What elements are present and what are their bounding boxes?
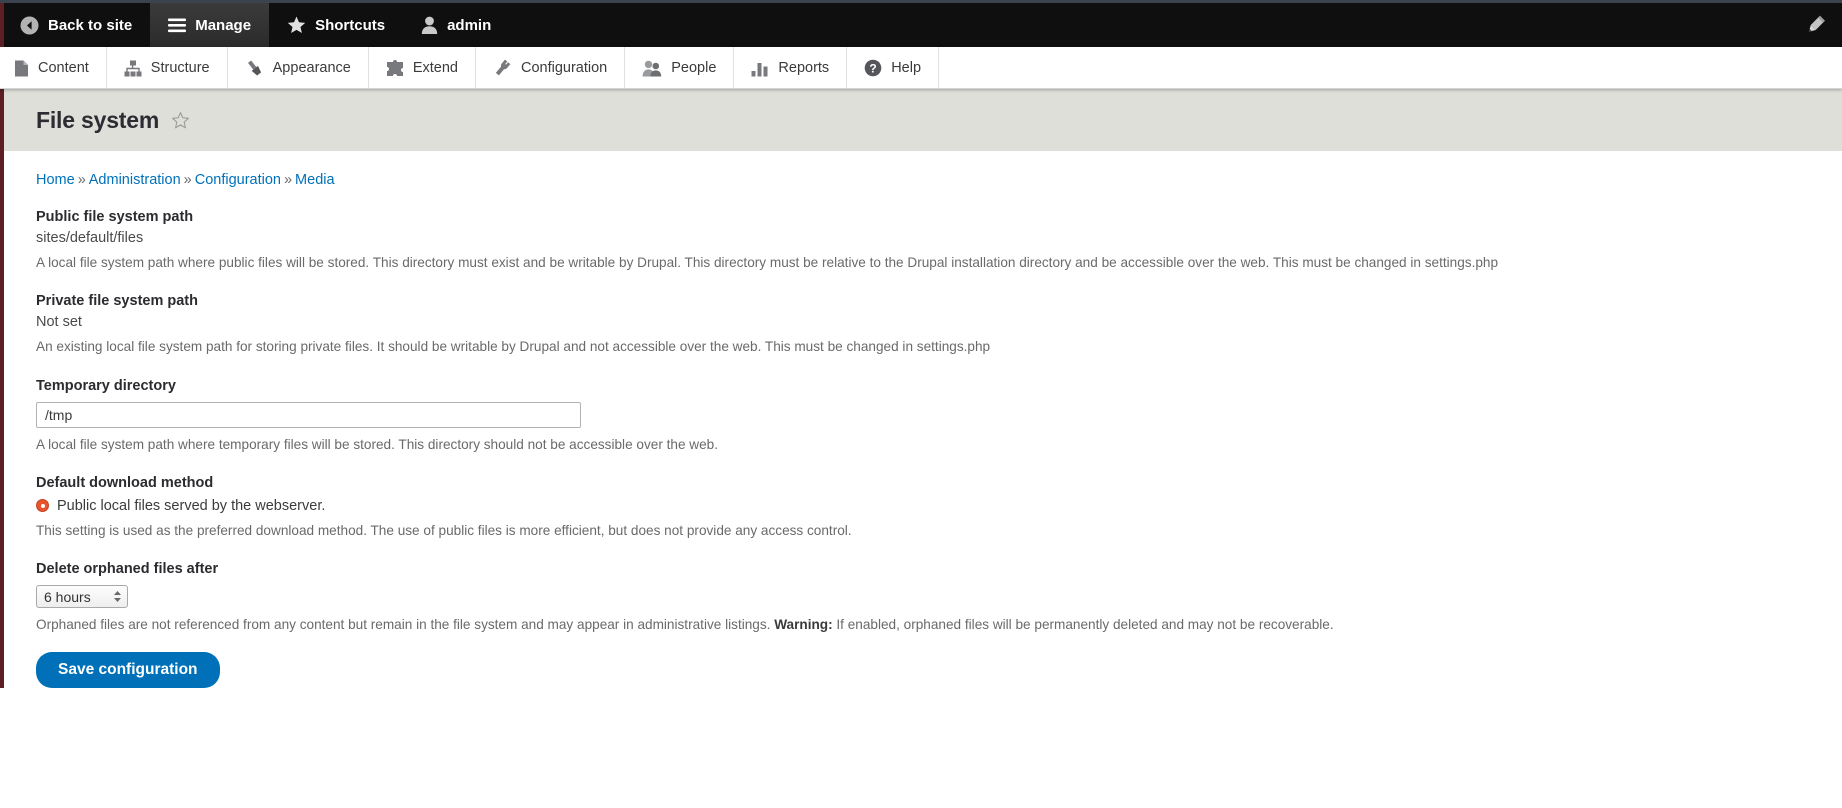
star-icon — [287, 16, 306, 34]
select-spinner-arrows-icon — [113, 590, 122, 603]
delete-orphaned-description-before: Orphaned files are not referenced from a… — [36, 617, 775, 633]
private-path-label: Private file system path — [36, 293, 198, 310]
public-path-description: A local file system path where public fi… — [36, 255, 1499, 270]
temporary-directory-label: Temporary directory — [36, 377, 176, 394]
bar-chart-icon — [751, 60, 769, 77]
question-icon: ? — [864, 59, 882, 77]
person-icon — [421, 16, 438, 34]
private-path-value: Not set — [36, 314, 82, 331]
structure-icon — [124, 60, 142, 77]
toolbar-left-stripe — [0, 3, 4, 47]
menu-item-help-label: Help — [891, 60, 922, 76]
content-left-stripe — [0, 151, 4, 689]
breadcrumb-separator: » — [77, 172, 86, 188]
menu-item-content[interactable]: Content — [0, 47, 107, 89]
radio-public-local-files[interactable] — [36, 499, 49, 513]
tab-manage-label: Manage — [195, 16, 252, 34]
back-arrow-icon — [20, 16, 39, 35]
admin-toolbar: Back to site Manage Shortcuts admin — [0, 0, 1842, 47]
private-path-description: An existing local file system path for s… — [36, 339, 991, 355]
delete-orphaned-description: Orphaned files are not referenced from a… — [36, 615, 1516, 634]
menu-item-help[interactable]: ? Help — [847, 47, 940, 89]
svg-text:?: ? — [870, 61, 877, 75]
delete-orphaned-warning-label: Warning: — [774, 617, 833, 633]
menu-item-structure-label: Structure — [150, 60, 210, 76]
back-to-site-button[interactable]: Back to site — [0, 3, 150, 47]
tab-shortcuts-label: Shortcuts — [315, 16, 386, 34]
page-left-stripe — [0, 89, 4, 151]
puzzle-icon — [386, 59, 404, 77]
breadcrumb-link-configuration[interactable]: Configuration — [195, 172, 281, 188]
menu-item-structure[interactable]: Structure — [107, 47, 228, 89]
menu-item-extend-label: Extend — [412, 60, 458, 76]
tab-user-account[interactable]: admin — [403, 3, 509, 47]
star-outline-icon — [172, 111, 190, 128]
download-method-option-label: Public local files served by the webserv… — [57, 497, 326, 514]
breadcrumb: Home» Administration» Configuration» Media — [36, 151, 1842, 188]
menu-item-configuration-label: Configuration — [521, 60, 608, 76]
wrench-icon — [493, 59, 512, 77]
download-method-label: Default download method — [36, 474, 214, 491]
breadcrumb-separator: » — [283, 172, 293, 188]
admin-menu-bar: Content Structure Appearance Extend Conf… — [0, 47, 1842, 89]
menu-item-appearance-label: Appearance — [272, 60, 351, 76]
breadcrumb-link-media[interactable]: Media — [295, 172, 335, 188]
paintbrush-icon — [245, 59, 264, 77]
menu-item-reports-label: Reports — [778, 60, 830, 76]
public-path-value: sites/default/files — [36, 230, 144, 246]
back-to-site-label: Back to site — [48, 16, 133, 34]
tab-shortcuts[interactable]: Shortcuts — [269, 3, 403, 47]
save-configuration-button[interactable]: Save configuration — [36, 652, 220, 689]
menu-item-content-label: Content — [38, 60, 89, 76]
page-icon — [14, 60, 29, 77]
page-title: File system — [36, 106, 160, 133]
delete-orphaned-description-after: If enabled, orphaned files will be perma… — [832, 617, 1334, 633]
main-content: Home» Administration» Configuration» Media … — [0, 151, 1842, 689]
pencil-icon — [1802, 12, 1828, 38]
menu-item-people[interactable]: People — [625, 47, 735, 89]
temporary-directory-input[interactable] — [36, 401, 581, 428]
page-title-region: File system — [0, 89, 1842, 151]
favorite-star-toggle[interactable] — [171, 111, 190, 130]
breadcrumb-link-administration[interactable]: Administration — [89, 172, 181, 188]
temporary-directory-description: A local file system path where temporary… — [36, 436, 719, 452]
menu-item-configuration[interactable]: Configuration — [476, 47, 626, 89]
breadcrumb-separator: » — [183, 172, 192, 188]
people-icon — [642, 60, 662, 77]
delete-orphaned-selected-value: 6 hours — [44, 588, 91, 605]
download-method-description: This setting is used as the preferred do… — [36, 522, 852, 538]
public-path-label: Public file system path — [36, 209, 194, 225]
menu-item-people-label: People — [671, 60, 717, 76]
edit-mode-toggle[interactable] — [1802, 3, 1842, 47]
breadcrumb-link-home[interactable]: Home — [36, 172, 75, 188]
download-method-option-public[interactable]: Public local files served by the webserv… — [36, 498, 1842, 514]
menu-item-appearance[interactable]: Appearance — [228, 47, 369, 89]
delete-orphaned-select[interactable]: 6 hours — [36, 585, 128, 609]
menu-item-extend[interactable]: Extend — [369, 47, 476, 89]
hamburger-icon — [168, 18, 187, 33]
menu-item-reports[interactable]: Reports — [734, 47, 848, 89]
user-account-label: admin — [447, 16, 492, 34]
menu-bar-filler — [939, 47, 1842, 89]
tab-manage[interactable]: Manage — [150, 3, 270, 47]
delete-orphaned-label: Delete orphaned files after — [36, 561, 219, 578]
